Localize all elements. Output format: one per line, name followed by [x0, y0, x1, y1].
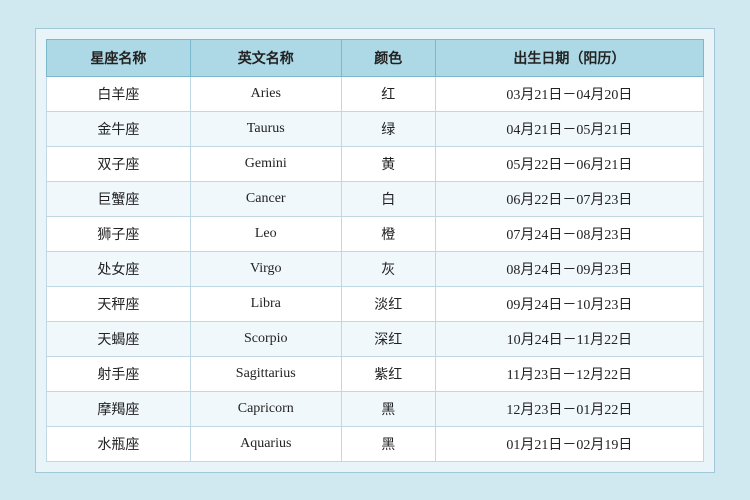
- table-row: 摩羯座Capricorn黑12月23日－01月22日: [47, 391, 704, 426]
- cell-color: 橙: [341, 216, 435, 251]
- header-chinese-name: 星座名称: [47, 39, 191, 76]
- table-row: 巨蟹座Cancer白06月22日－07月23日: [47, 181, 704, 216]
- table-row: 射手座Sagittarius紫红11月23日－12月22日: [47, 356, 704, 391]
- cell-chinese-name: 摩羯座: [47, 391, 191, 426]
- cell-english-name: Libra: [190, 286, 341, 321]
- zodiac-table: 星座名称 英文名称 颜色 出生日期（阳历） 白羊座Aries红03月21日－04…: [46, 39, 704, 462]
- cell-english-name: Cancer: [190, 181, 341, 216]
- cell-color: 深红: [341, 321, 435, 356]
- cell-english-name: Scorpio: [190, 321, 341, 356]
- cell-color: 淡红: [341, 286, 435, 321]
- cell-color: 黑: [341, 426, 435, 461]
- cell-color: 黑: [341, 391, 435, 426]
- table-row: 双子座Gemini黄05月22日－06月21日: [47, 146, 704, 181]
- cell-chinese-name: 处女座: [47, 251, 191, 286]
- cell-chinese-name: 巨蟹座: [47, 181, 191, 216]
- cell-dates: 06月22日－07月23日: [435, 181, 703, 216]
- header-dates: 出生日期（阳历）: [435, 39, 703, 76]
- cell-chinese-name: 白羊座: [47, 76, 191, 111]
- cell-dates: 07月24日－08月23日: [435, 216, 703, 251]
- cell-chinese-name: 双子座: [47, 146, 191, 181]
- cell-english-name: Aries: [190, 76, 341, 111]
- table-row: 狮子座Leo橙07月24日－08月23日: [47, 216, 704, 251]
- cell-chinese-name: 天秤座: [47, 286, 191, 321]
- cell-dates: 09月24日－10月23日: [435, 286, 703, 321]
- cell-dates: 11月23日－12月22日: [435, 356, 703, 391]
- table-row: 天秤座Libra淡红09月24日－10月23日: [47, 286, 704, 321]
- header-english-name: 英文名称: [190, 39, 341, 76]
- main-container: 星座名称 英文名称 颜色 出生日期（阳历） 白羊座Aries红03月21日－04…: [35, 28, 715, 473]
- table-row: 处女座Virgo灰08月24日－09月23日: [47, 251, 704, 286]
- cell-dates: 04月21日－05月21日: [435, 111, 703, 146]
- cell-color: 绿: [341, 111, 435, 146]
- cell-color: 灰: [341, 251, 435, 286]
- cell-english-name: Capricorn: [190, 391, 341, 426]
- cell-dates: 10月24日－11月22日: [435, 321, 703, 356]
- cell-chinese-name: 水瓶座: [47, 426, 191, 461]
- cell-dates: 01月21日－02月19日: [435, 426, 703, 461]
- cell-dates: 03月21日－04月20日: [435, 76, 703, 111]
- table-row: 天蝎座Scorpio深红10月24日－11月22日: [47, 321, 704, 356]
- cell-color: 黄: [341, 146, 435, 181]
- cell-dates: 08月24日－09月23日: [435, 251, 703, 286]
- cell-chinese-name: 射手座: [47, 356, 191, 391]
- cell-dates: 05月22日－06月21日: [435, 146, 703, 181]
- table-header-row: 星座名称 英文名称 颜色 出生日期（阳历）: [47, 39, 704, 76]
- cell-color: 白: [341, 181, 435, 216]
- cell-english-name: Taurus: [190, 111, 341, 146]
- cell-dates: 12月23日－01月22日: [435, 391, 703, 426]
- cell-chinese-name: 金牛座: [47, 111, 191, 146]
- cell-english-name: Sagittarius: [190, 356, 341, 391]
- table-row: 水瓶座Aquarius黑01月21日－02月19日: [47, 426, 704, 461]
- header-color: 颜色: [341, 39, 435, 76]
- table-row: 金牛座Taurus绿04月21日－05月21日: [47, 111, 704, 146]
- table-row: 白羊座Aries红03月21日－04月20日: [47, 76, 704, 111]
- cell-english-name: Leo: [190, 216, 341, 251]
- cell-chinese-name: 天蝎座: [47, 321, 191, 356]
- cell-english-name: Virgo: [190, 251, 341, 286]
- cell-english-name: Aquarius: [190, 426, 341, 461]
- cell-english-name: Gemini: [190, 146, 341, 181]
- cell-color: 紫红: [341, 356, 435, 391]
- cell-chinese-name: 狮子座: [47, 216, 191, 251]
- cell-color: 红: [341, 76, 435, 111]
